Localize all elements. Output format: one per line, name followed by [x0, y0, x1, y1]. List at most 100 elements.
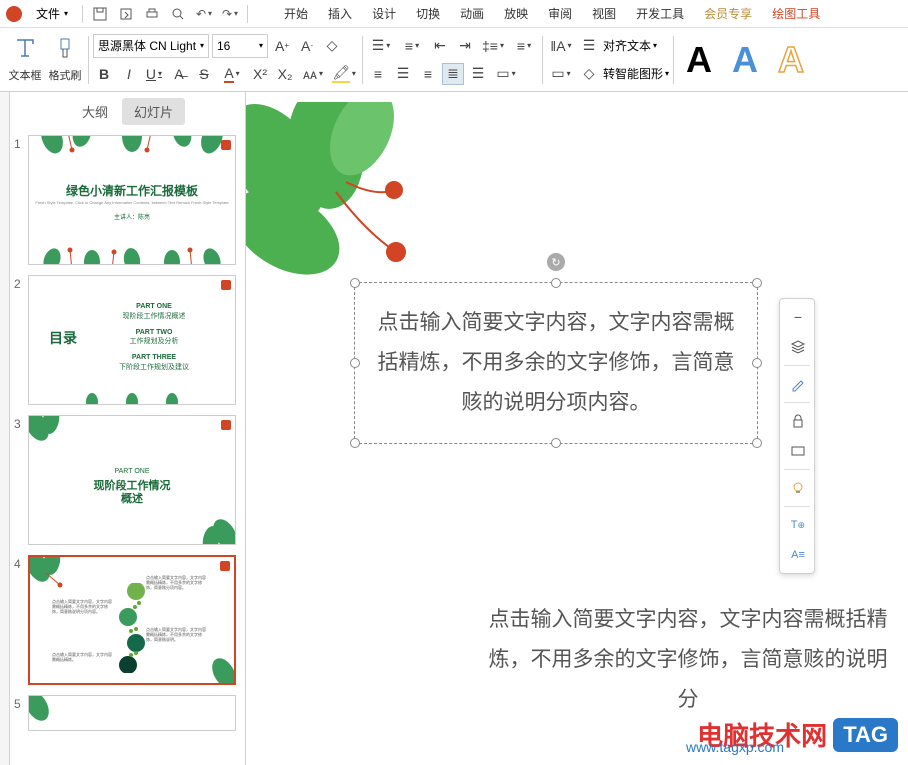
line-spacing-button[interactable]: ‡≡▾: [479, 35, 507, 57]
decor-leaves-bottom: [29, 240, 235, 265]
align-right-button[interactable]: ≡: [417, 63, 439, 85]
font-size-select[interactable]: 16▾: [212, 34, 268, 58]
slide-thumbnail-1[interactable]: 绿色小清新工作汇报模板 Fresh Style Template, Click …: [28, 135, 236, 265]
selected-textbox[interactable]: ↻ 点击输入简要文字内容，文字内容需概括精炼，不用多余的文字修饰，言简意赅的说明…: [354, 282, 758, 444]
file-menu[interactable]: 文件 ▾: [28, 5, 76, 22]
spacing-button[interactable]: ≡▾: [510, 35, 538, 57]
tab-member[interactable]: 会员专享: [694, 1, 762, 26]
increase-indent-button[interactable]: ⇥: [454, 35, 476, 57]
thumbnails-list: 1 绿色小清新工作汇报模板 Fresh Style Template, Clic…: [10, 131, 245, 765]
canvas-area[interactable]: 4 3 2 文字 的文 项内 ↻ 点击输入简要文字内容，文字内容需概括精炼，不用…: [246, 92, 908, 765]
minus-icon[interactable]: −: [784, 303, 812, 331]
slide-thumbnail-3[interactable]: PART ONE 现阶段工作情况概述: [28, 415, 236, 545]
resize-handle-ml[interactable]: [350, 358, 360, 368]
app-logo-icon[interactable]: [4, 4, 24, 24]
textbox-button[interactable]: 文本框: [6, 32, 44, 88]
tab-slideshow[interactable]: 放映: [494, 1, 538, 26]
save-icon[interactable]: [89, 3, 111, 25]
change-case-button[interactable]: ᴀᴀ▾: [299, 63, 327, 85]
strike-button[interactable]: S: [193, 63, 215, 85]
convert-smart-label: 转智能图形: [603, 65, 663, 82]
text-style-orange[interactable]: A: [770, 39, 812, 81]
text-style-blue[interactable]: A: [724, 39, 766, 81]
text-effects-icon[interactable]: T⊕: [784, 511, 812, 539]
thumb-number: 4: [14, 555, 28, 685]
align-text-label: 对齐文本: [603, 37, 651, 54]
content-area: 大纲 幻灯片 1 绿色小清新工作汇报模板 Fresh Style Templat…: [0, 92, 908, 765]
columns-button[interactable]: ▭▾: [492, 63, 520, 85]
slides-tab[interactable]: 幻灯片: [122, 98, 185, 125]
pen-icon[interactable]: [784, 370, 812, 398]
font-name-select[interactable]: 思源黑体 CN Light▾: [93, 34, 209, 58]
slide-canvas: 4 3 2 文字 的文 项内 ↻ 点击输入简要文字内容，文字内容需概括精炼，不用…: [266, 122, 908, 765]
separator: [247, 5, 248, 23]
tab-design[interactable]: 设计: [362, 1, 406, 26]
thumb-text-4: 点击输入简要文字内容，文字内容需概括精炼。: [52, 652, 112, 662]
tab-animation[interactable]: 动画: [450, 1, 494, 26]
decor-leaf: [28, 555, 74, 601]
text-style-black[interactable]: A: [678, 39, 720, 81]
watermark-url: www.tagxp.com: [686, 739, 784, 755]
undo-icon[interactable]: ↶▾: [193, 3, 215, 25]
resize-handle-tm[interactable]: [551, 278, 561, 288]
align-center-button[interactable]: ☰: [392, 63, 414, 85]
save-as-icon[interactable]: [115, 3, 137, 25]
decrease-indent-button[interactable]: ⇤: [429, 35, 451, 57]
tab-start[interactable]: 开始: [274, 1, 318, 26]
rect-icon[interactable]: [784, 437, 812, 465]
resize-handle-tl[interactable]: [350, 278, 360, 288]
lock-icon[interactable]: [784, 407, 812, 435]
align-left-button[interactable]: ≡: [367, 63, 389, 85]
panel-tabs: 大纲 幻灯片: [10, 92, 245, 131]
resize-handle-bm[interactable]: [551, 438, 561, 448]
subscript-button[interactable]: X₂: [274, 63, 296, 85]
align-text-dropdown[interactable]: 对齐文本▾: [603, 37, 657, 54]
tab-view[interactable]: 视图: [582, 1, 626, 26]
numbering-button[interactable]: ≡▾: [398, 35, 426, 57]
tab-transition[interactable]: 切换: [406, 1, 450, 26]
layers-icon[interactable]: [784, 333, 812, 361]
tab-drawing-tools[interactable]: 绘图工具: [762, 1, 830, 26]
distribute-button[interactable]: ☰: [467, 63, 489, 85]
bulb-icon[interactable]: [784, 474, 812, 502]
font-color-button[interactable]: A▾: [218, 63, 246, 85]
clear-format-icon[interactable]: ◇: [321, 35, 343, 57]
bullets-button[interactable]: ☰▾: [367, 35, 395, 57]
print-icon[interactable]: [141, 3, 163, 25]
tab-devtools[interactable]: 开发工具: [626, 1, 694, 26]
thumb-row: 5: [14, 695, 241, 731]
watermark: 电脑技术网 TAG www.tagxp.com: [697, 716, 898, 753]
increase-font-icon[interactable]: A+: [271, 35, 293, 57]
separator: [82, 5, 83, 23]
preview-icon[interactable]: [167, 3, 189, 25]
slide-thumbnail-4[interactable]: 点击输入简要文字内容，文字内容需概括精炼，不用多余的文字修饰，简意赅分项内容。 …: [28, 555, 236, 685]
text-style-icon[interactable]: A≡: [784, 541, 812, 569]
textbox-content[interactable]: 点击输入简要文字内容，文字内容需概括精炼，不用多余的文字修饰，言简意赅的说明分项…: [375, 303, 737, 423]
slide-thumbnail-2[interactable]: 目录 PART ONE现阶段工作情况概述 PART TWO工作规划及分析 PAR…: [28, 275, 236, 405]
underline-button[interactable]: U▾: [143, 63, 165, 85]
bold-button[interactable]: B: [93, 63, 115, 85]
thumb-row: 4 点击输入简要文字内容，文字内容需概括精炼，不用多余的文字修饰，简意赅分项内容…: [14, 555, 241, 685]
redo-icon[interactable]: ↷▾: [219, 3, 241, 25]
convert-smart-dropdown[interactable]: 转智能图形▾: [603, 65, 669, 82]
resize-handle-bl[interactable]: [350, 438, 360, 448]
rotate-handle[interactable]: ↻: [547, 253, 565, 271]
resize-handle-br[interactable]: [752, 438, 762, 448]
text-direction-button[interactable]: ‖A▾: [547, 35, 575, 57]
superscript-button[interactable]: X²: [249, 63, 271, 85]
format-painter-button[interactable]: 格式刷: [46, 32, 84, 88]
thumb-row: 3 PART ONE 现阶段工作情况概述: [14, 415, 241, 545]
separator: [784, 402, 810, 403]
tab-review[interactable]: 审阅: [538, 1, 582, 26]
align-justify-button[interactable]: ≣: [442, 63, 464, 85]
highlight-button[interactable]: 🖍▾: [330, 63, 358, 85]
italic-button[interactable]: I: [118, 63, 140, 85]
outline-tab[interactable]: 大纲: [70, 98, 120, 125]
decrease-font-icon[interactable]: A-: [296, 35, 318, 57]
resize-handle-tr[interactable]: [752, 278, 762, 288]
tab-insert[interactable]: 插入: [318, 1, 362, 26]
shape-fill-button[interactable]: ▭▾: [547, 63, 575, 85]
slide-thumbnail-5[interactable]: [28, 695, 236, 731]
resize-handle-mr[interactable]: [752, 358, 762, 368]
strikethrough-button[interactable]: A̶: [168, 63, 190, 85]
